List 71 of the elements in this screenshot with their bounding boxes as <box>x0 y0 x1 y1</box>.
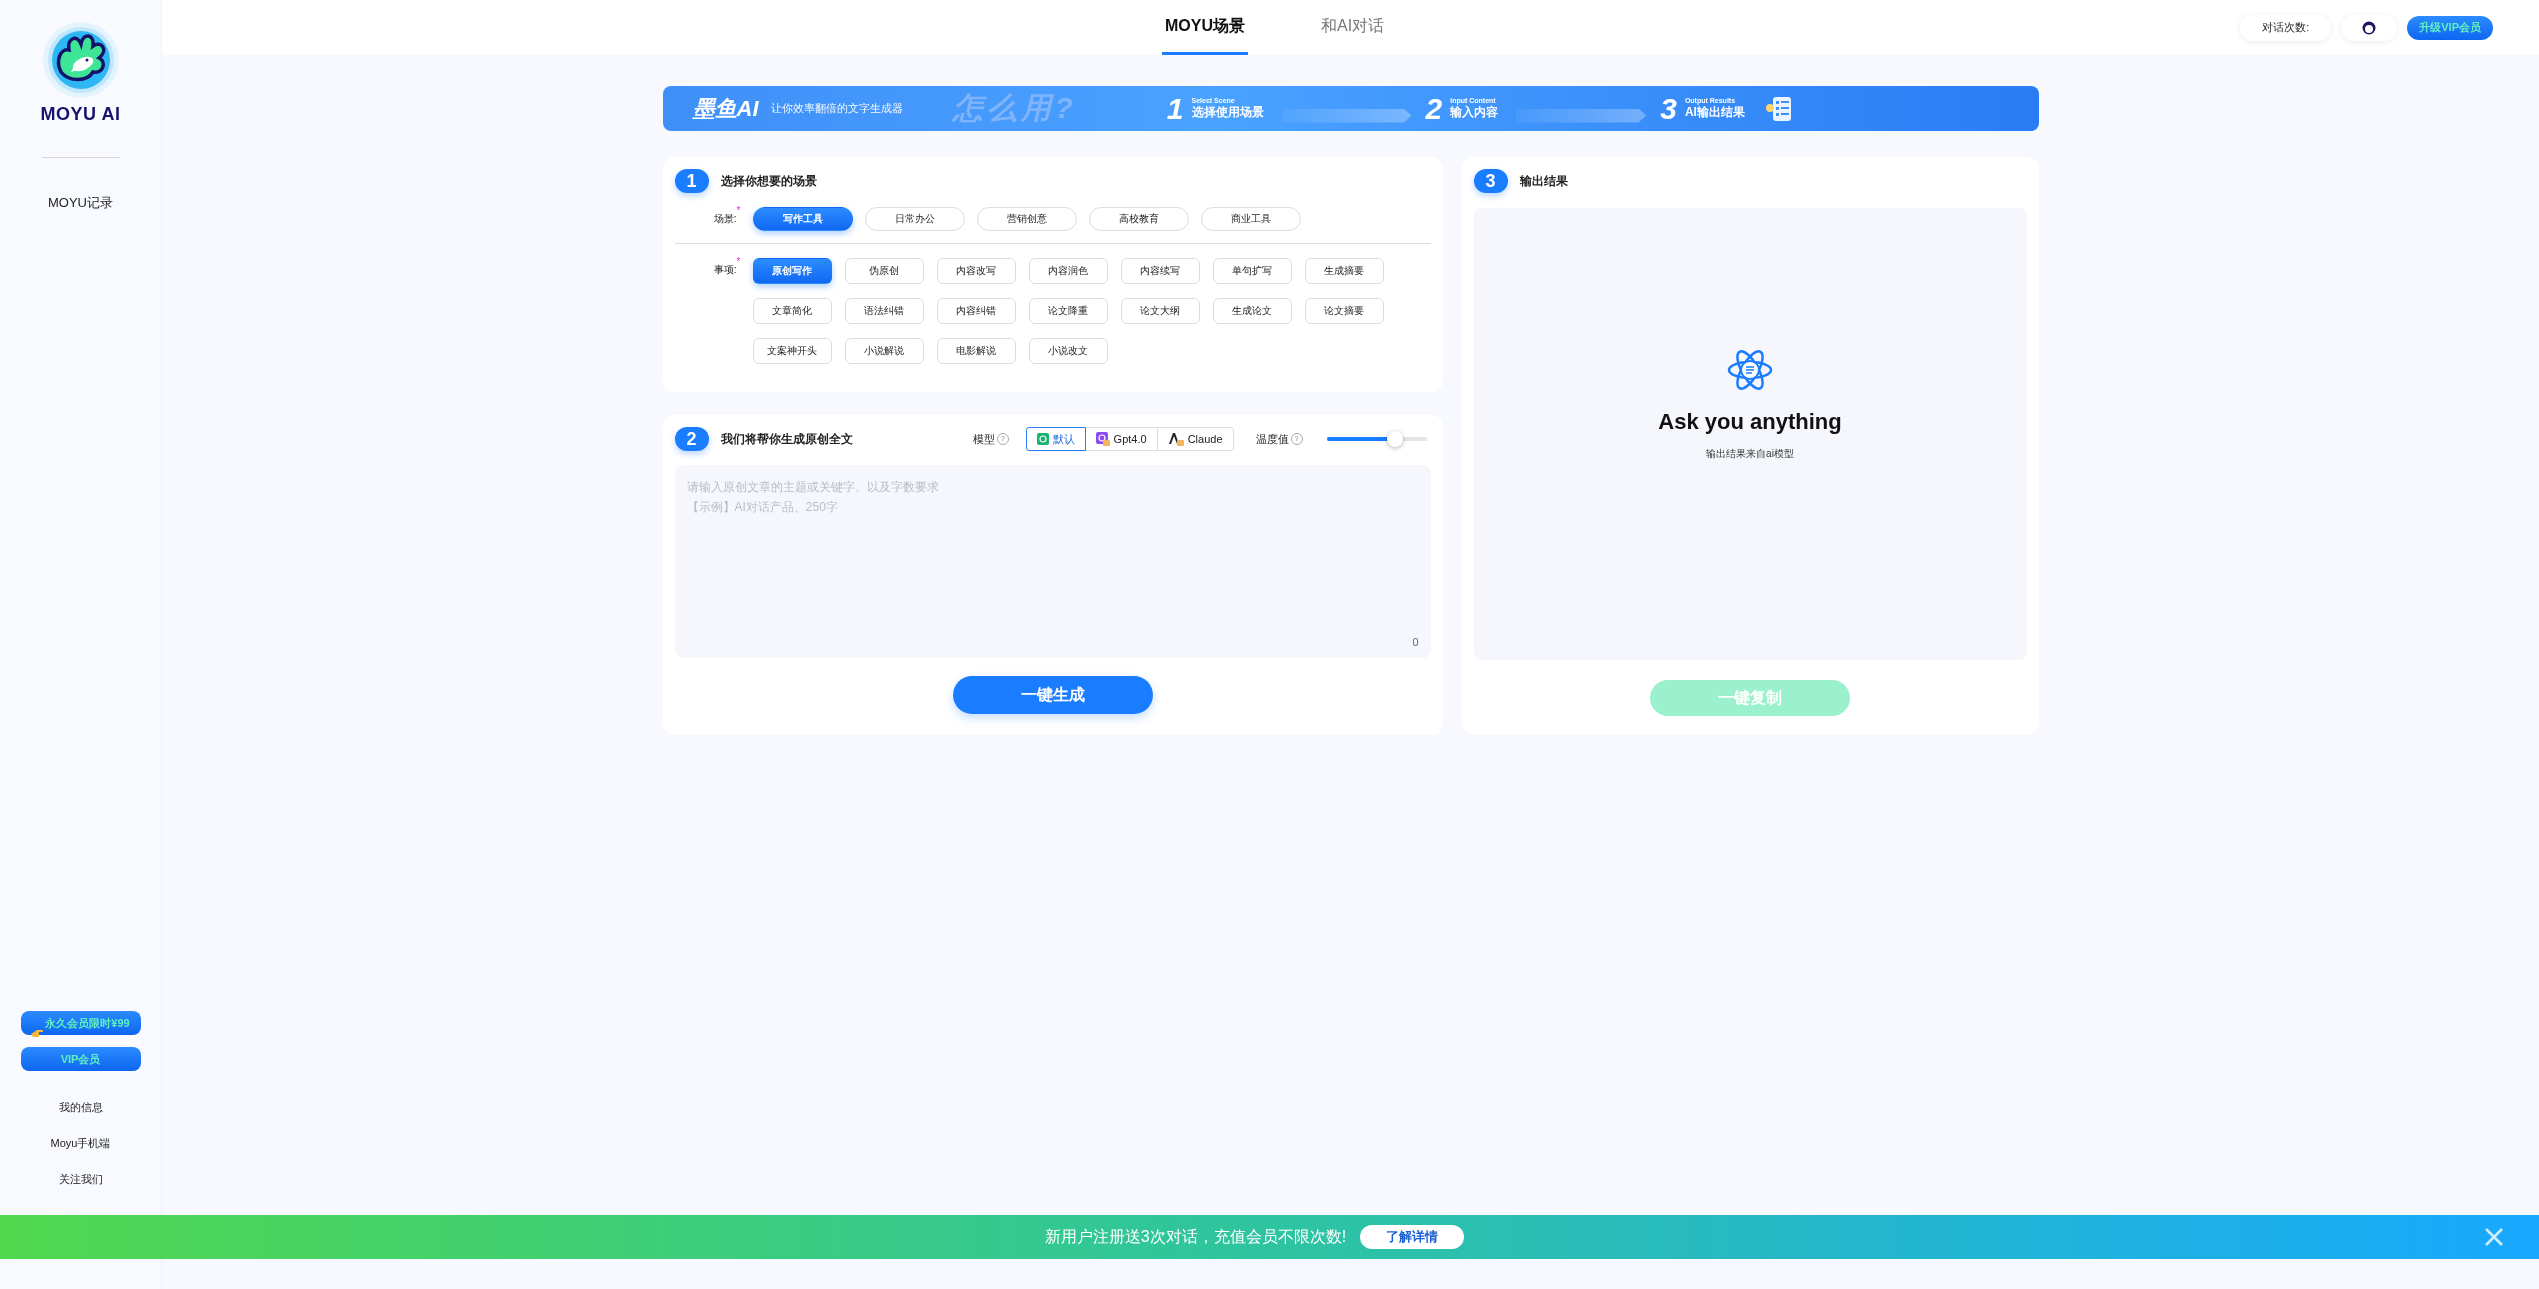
model-option[interactable]: Gpt4.0 <box>1084 427 1158 451</box>
task-option[interactable]: 电影解说 <box>936 338 1016 364</box>
step-number: 1 <box>1166 91 1184 126</box>
tagline: 让你效率翻倍的文字生成器 <box>770 101 903 116</box>
required-mark: * <box>736 256 741 267</box>
character-count: 0 <box>1412 636 1419 648</box>
generate-button[interactable]: 一键生成 <box>952 676 1153 714</box>
task-option[interactable]: 生成摘要 <box>1304 258 1384 284</box>
logo-text: MOYU AI <box>40 104 121 125</box>
task-option[interactable]: 内容改写 <box>936 258 1016 284</box>
step-badge: 2 <box>674 427 709 451</box>
panel-title: 我们将帮你生成原创全文 <box>720 430 853 448</box>
task-option[interactable]: 论文摘要 <box>1304 298 1384 324</box>
model-label: 模型 <box>972 431 995 447</box>
atom-icon <box>1727 347 1773 393</box>
sidebar-item[interactable]: MOYU记录 <box>48 194 113 212</box>
step-title: 输入内容 <box>1450 104 1499 121</box>
model-option[interactable]: Claude <box>1156 427 1234 451</box>
avatar-button[interactable] <box>2341 14 2398 41</box>
step-title: 选择使用场景 <box>1191 103 1264 121</box>
notice-text: 新用户注册送3次对话，充值会员不限次数! <box>1044 1226 1347 1247</box>
nav-tab[interactable]: 和AI对话 <box>1318 0 1388 55</box>
scene-tab[interactable]: 日常办公 <box>864 207 965 231</box>
sidebar-link[interactable]: Moyu手机端 <box>50 1131 111 1155</box>
task-option[interactable]: 小说改文 <box>1028 338 1108 364</box>
sidebar-link[interactable]: 我的信息 <box>58 1095 103 1119</box>
panel-title: 输出结果 <box>1519 172 1568 190</box>
scene-tab[interactable]: 营销创意 <box>976 207 1077 231</box>
task-option[interactable]: 内容纠错 <box>936 298 1016 324</box>
slider-thumb[interactable] <box>1386 431 1403 447</box>
task-option[interactable]: 论文大纲 <box>1120 298 1200 324</box>
step-badge: 3 <box>1473 169 1508 193</box>
brand-name: 墨鱼AI <box>692 94 759 123</box>
close-icon[interactable] <box>2484 1227 2504 1247</box>
scene-tab[interactable]: 写作工具 <box>752 207 853 231</box>
task-option[interactable]: 生成论文 <box>1212 298 1292 324</box>
model-icon <box>1167 432 1184 446</box>
task-option[interactable]: 语法纠错 <box>844 298 924 324</box>
task-option[interactable]: 文章简化 <box>752 298 832 324</box>
field-label: 事项: <box>713 263 737 277</box>
task-option[interactable]: 论文降重 <box>1028 298 1108 324</box>
task-option[interactable]: 内容续写 <box>1120 258 1200 284</box>
nav-tab[interactable]: MOYU场景 <box>1162 0 1248 55</box>
placeholder-subtext: 输出结果来自ai模型 <box>1706 447 1794 461</box>
task-option[interactable]: 文案神开头 <box>752 338 832 364</box>
sidebar-link[interactable]: 关注我们 <box>58 1167 103 1191</box>
model-option[interactable]: 默认 <box>1025 427 1086 451</box>
task-option[interactable]: 小说解说 <box>844 338 924 364</box>
how-to-title: 怎么用? <box>952 90 1077 126</box>
required-mark: * <box>736 205 741 216</box>
scene-tab[interactable]: 商业工具 <box>1200 207 1301 231</box>
placeholder-heading: Ask you anything <box>1658 409 1842 435</box>
logo-icon <box>40 20 121 100</box>
model-icon <box>1095 432 1110 446</box>
step-badge: 1 <box>674 169 709 193</box>
task-option[interactable]: 单句扩写 <box>1212 258 1292 284</box>
panel-title: 选择你想要的场景 <box>720 172 817 190</box>
task-option[interactable]: 伪原创 <box>844 258 924 284</box>
task-option[interactable]: 原创写作 <box>752 258 832 284</box>
avatar-icon <box>2362 20 2377 35</box>
temperature-label: 温度值 <box>1255 431 1289 447</box>
task-option[interactable]: 内容润色 <box>1028 258 1108 284</box>
details-button[interactable]: 了解详情 <box>1360 1225 1465 1249</box>
step-title: AI输出结果 <box>1684 104 1745 121</box>
chat-model-icon <box>1036 433 1049 445</box>
pointing-hand-icon <box>31 1028 44 1038</box>
step-number: 3 <box>1660 91 1677 126</box>
step-number: 2 <box>1425 91 1443 126</box>
scene-tab[interactable]: 高校教育 <box>1088 207 1189 231</box>
chat-count-label: 对话次数: <box>2240 14 2332 41</box>
field-label: 场景: <box>713 212 737 226</box>
